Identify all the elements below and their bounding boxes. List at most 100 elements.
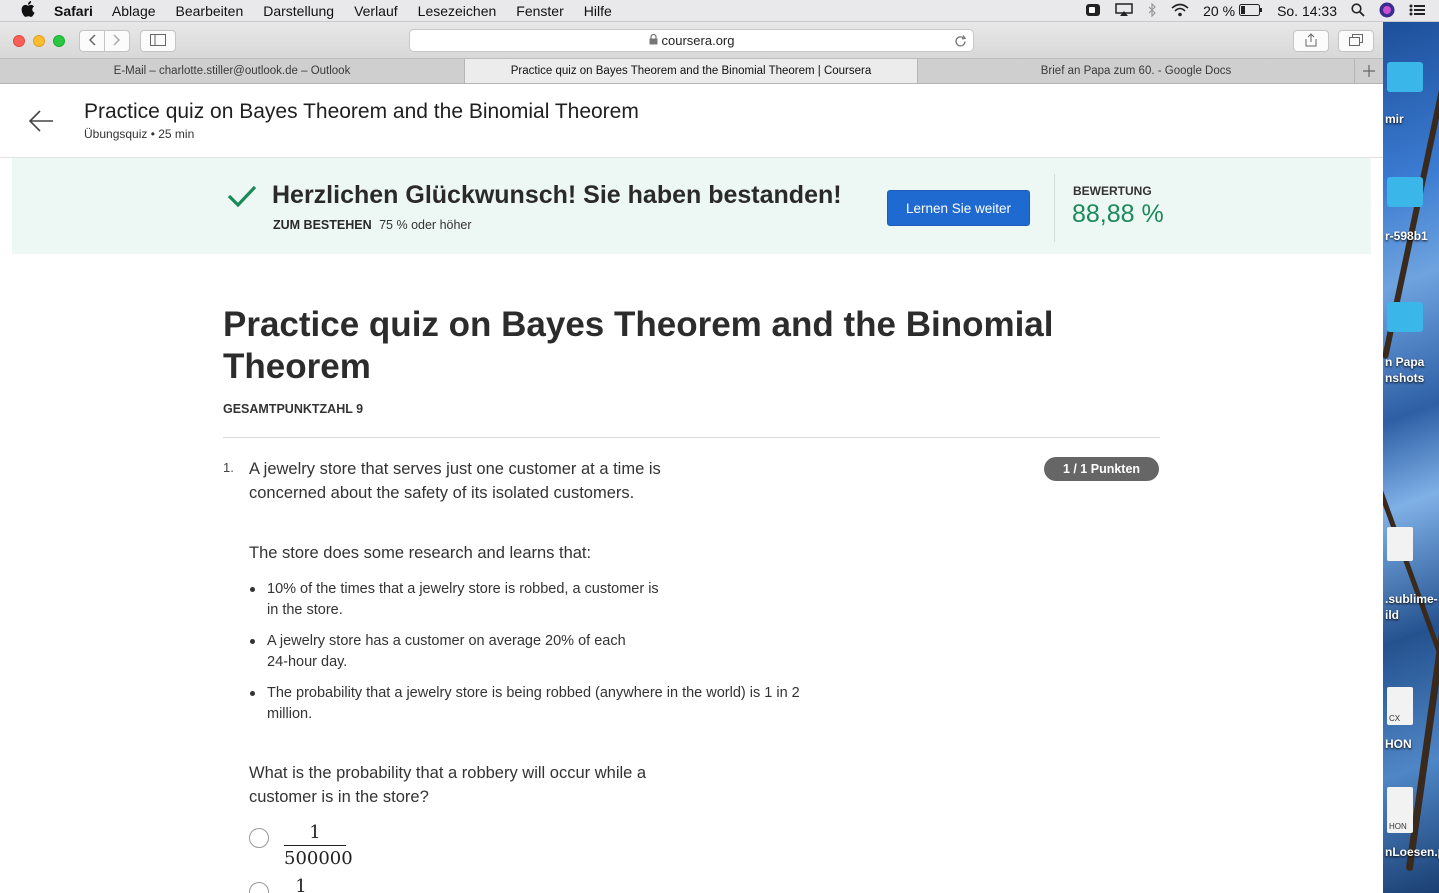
pass-label: ZUM BESTEHEN xyxy=(273,218,372,232)
divider xyxy=(223,437,1160,438)
grade-value: 88,88 % xyxy=(1072,200,1164,228)
fraction: 1 500000 xyxy=(284,822,353,870)
chevron-left-icon xyxy=(88,33,96,49)
close-window-button[interactable] xyxy=(13,35,25,47)
share-button[interactable] xyxy=(1293,30,1329,52)
desktop-folder-icon[interactable] xyxy=(1387,177,1423,207)
desktop-label: .sublime- xyxy=(1385,592,1438,606)
continue-learning-button[interactable]: Lernen Sie weiter xyxy=(887,190,1030,226)
tab-coursera[interactable]: Practice quiz on Bayes Theorem and the B… xyxy=(465,59,918,83)
list-item: A jewelry store has a customer on averag… xyxy=(249,631,639,673)
pass-banner: Herzlichen Glückwunsch! Sie haben bestan… xyxy=(12,158,1371,254)
safari-window: coursera.org E-Mail – charlotte.stiller@… xyxy=(0,22,1383,893)
wifi-icon[interactable] xyxy=(1171,3,1189,20)
minimize-window-button[interactable] xyxy=(33,35,45,47)
desktop-background: mir r-598b1 n Papa nshots .sublime- ild … xyxy=(1383,22,1439,893)
sidebar-toggle-button[interactable] xyxy=(140,30,176,52)
web-page: Practice quiz on Bayes Theorem and the B… xyxy=(0,84,1383,893)
desktop-label: ild xyxy=(1385,608,1399,622)
tab-outlook[interactable]: E-Mail – charlotte.stiller@outlook.de – … xyxy=(0,59,465,83)
battery-icon[interactable] xyxy=(1239,3,1263,19)
sidebar-icon xyxy=(150,33,166,49)
chevron-right-icon xyxy=(113,33,121,49)
menu-hilfe[interactable]: Hilfe xyxy=(584,3,612,19)
desktop-file-icon[interactable]: HON xyxy=(1387,787,1413,833)
pass-requirement: ZUM BESTEHEN 75 % oder höher xyxy=(273,218,472,232)
total-points: GESAMTPUNKTZAHL 9 xyxy=(223,402,364,416)
answer-option[interactable]: 1 500000 xyxy=(249,822,809,876)
desktop-label: mir xyxy=(1385,112,1404,126)
desktop-folder-icon[interactable] xyxy=(1387,62,1423,92)
congrats-message: Herzlichen Glückwunsch! Sie haben bestan… xyxy=(272,181,842,209)
question-body: A jewelry store that serves just one cus… xyxy=(249,457,809,893)
new-tab-button[interactable] xyxy=(1355,59,1383,83)
question-intro: A jewelry store that serves just one cus… xyxy=(249,460,661,502)
show-tabs-button[interactable] xyxy=(1338,30,1374,52)
facts-list: 10% of the times that a jewelry store is… xyxy=(249,579,809,725)
tab-label: Practice quiz on Bayes Theorem and the B… xyxy=(510,65,872,77)
status-area: 20 % So. 14:33 xyxy=(1085,0,1439,22)
tab-bar: E-Mail – charlotte.stiller@outlook.de – … xyxy=(0,59,1383,84)
tab-label: E-Mail – charlotte.stiller@outlook.de – … xyxy=(113,65,351,77)
tabs-overview-icon xyxy=(1349,33,1363,49)
zoom-icon[interactable] xyxy=(1085,3,1101,20)
apple-menu-icon[interactable] xyxy=(20,1,36,20)
question-1: 1. 1 / 1 Punkten A jewelry store that se… xyxy=(223,457,1160,893)
menu-bearbeiten[interactable]: Bearbeiten xyxy=(176,3,244,19)
desktop-label: nLoesen.p xyxy=(1385,845,1439,859)
arrow-left-icon xyxy=(27,110,57,140)
desktop-label: r-598b1 xyxy=(1385,229,1428,243)
menu-clock[interactable]: So. 14:33 xyxy=(1277,3,1337,19)
checkmark-icon xyxy=(227,184,257,213)
siri-icon[interactable] xyxy=(1379,2,1395,21)
back-button[interactable] xyxy=(27,106,57,136)
forward-nav-button[interactable] xyxy=(104,30,130,52)
menu-lesezeichen[interactable]: Lesezeichen xyxy=(418,3,497,19)
numerator: 1 xyxy=(309,822,321,843)
header-subtitle: Übungsquiz • 25 min xyxy=(84,127,195,141)
airplay-icon[interactable] xyxy=(1115,2,1133,20)
question-number: 1. xyxy=(223,460,234,475)
tab-label: Brief an Papa zum 60. - Google Docs xyxy=(1040,65,1232,77)
address-text: coursera.org xyxy=(661,33,735,48)
quiz-header: Practice quiz on Bayes Theorem and the B… xyxy=(0,84,1383,158)
tab-google-docs[interactable]: Brief an Papa zum 60. - Google Docs xyxy=(918,59,1355,83)
notification-center-icon[interactable] xyxy=(1409,3,1425,20)
radio-button[interactable] xyxy=(249,828,269,848)
share-icon xyxy=(1305,32,1317,50)
grade-label: BEWERTUNG xyxy=(1073,184,1152,198)
question-prompt: What is the probability that a robbery w… xyxy=(249,764,647,806)
menu-fenster[interactable]: Fenster xyxy=(516,3,563,19)
back-nav-button[interactable] xyxy=(79,30,105,52)
browser-toolbar: coursera.org xyxy=(0,22,1383,59)
zoom-window-button[interactable] xyxy=(53,35,65,47)
answer-option[interactable]: 1 xyxy=(249,876,809,893)
list-item: 10% of the times that a jewelry store is… xyxy=(249,579,659,621)
address-bar[interactable]: coursera.org xyxy=(409,29,974,52)
menu-ablage[interactable]: Ablage xyxy=(112,3,156,19)
desktop-file-icon[interactable]: CX xyxy=(1387,687,1413,725)
quiz-content: Practice quiz on Bayes Theorem and the B… xyxy=(223,304,1160,893)
desktop-file-icon[interactable] xyxy=(1387,527,1413,561)
desktop-folder-icon[interactable] xyxy=(1387,302,1423,332)
desktop-label: nshots xyxy=(1385,371,1425,385)
menu-verlauf[interactable]: Verlauf xyxy=(354,3,398,19)
spotlight-icon[interactable] xyxy=(1351,2,1365,20)
page-title: Practice quiz on Bayes Theorem and the B… xyxy=(223,305,1054,386)
bluetooth-icon[interactable] xyxy=(1147,2,1157,20)
menu-app-name[interactable]: Safari xyxy=(54,3,93,19)
reload-icon[interactable] xyxy=(954,32,967,51)
header-title: Practice quiz on Bayes Theorem and the B… xyxy=(84,100,639,123)
list-item: The probability that a jewelry store is … xyxy=(249,683,809,725)
fraction-bar xyxy=(284,845,346,846)
menu-darstellung[interactable]: Darstellung xyxy=(263,3,334,19)
divider xyxy=(1054,174,1055,242)
radio-button[interactable] xyxy=(249,882,269,893)
points-badge: 1 / 1 Punkten xyxy=(1044,457,1159,481)
question-lead: The store does some research and learns … xyxy=(249,544,592,562)
battery-percent[interactable]: 20 % xyxy=(1203,3,1235,19)
desktop-label: HON xyxy=(1385,737,1412,751)
desktop-label: n Papa xyxy=(1385,355,1425,369)
menu-bar: Safari Ablage Bearbeiten Darstellung Ver… xyxy=(0,0,1439,22)
denominator: 500000 xyxy=(284,848,353,869)
